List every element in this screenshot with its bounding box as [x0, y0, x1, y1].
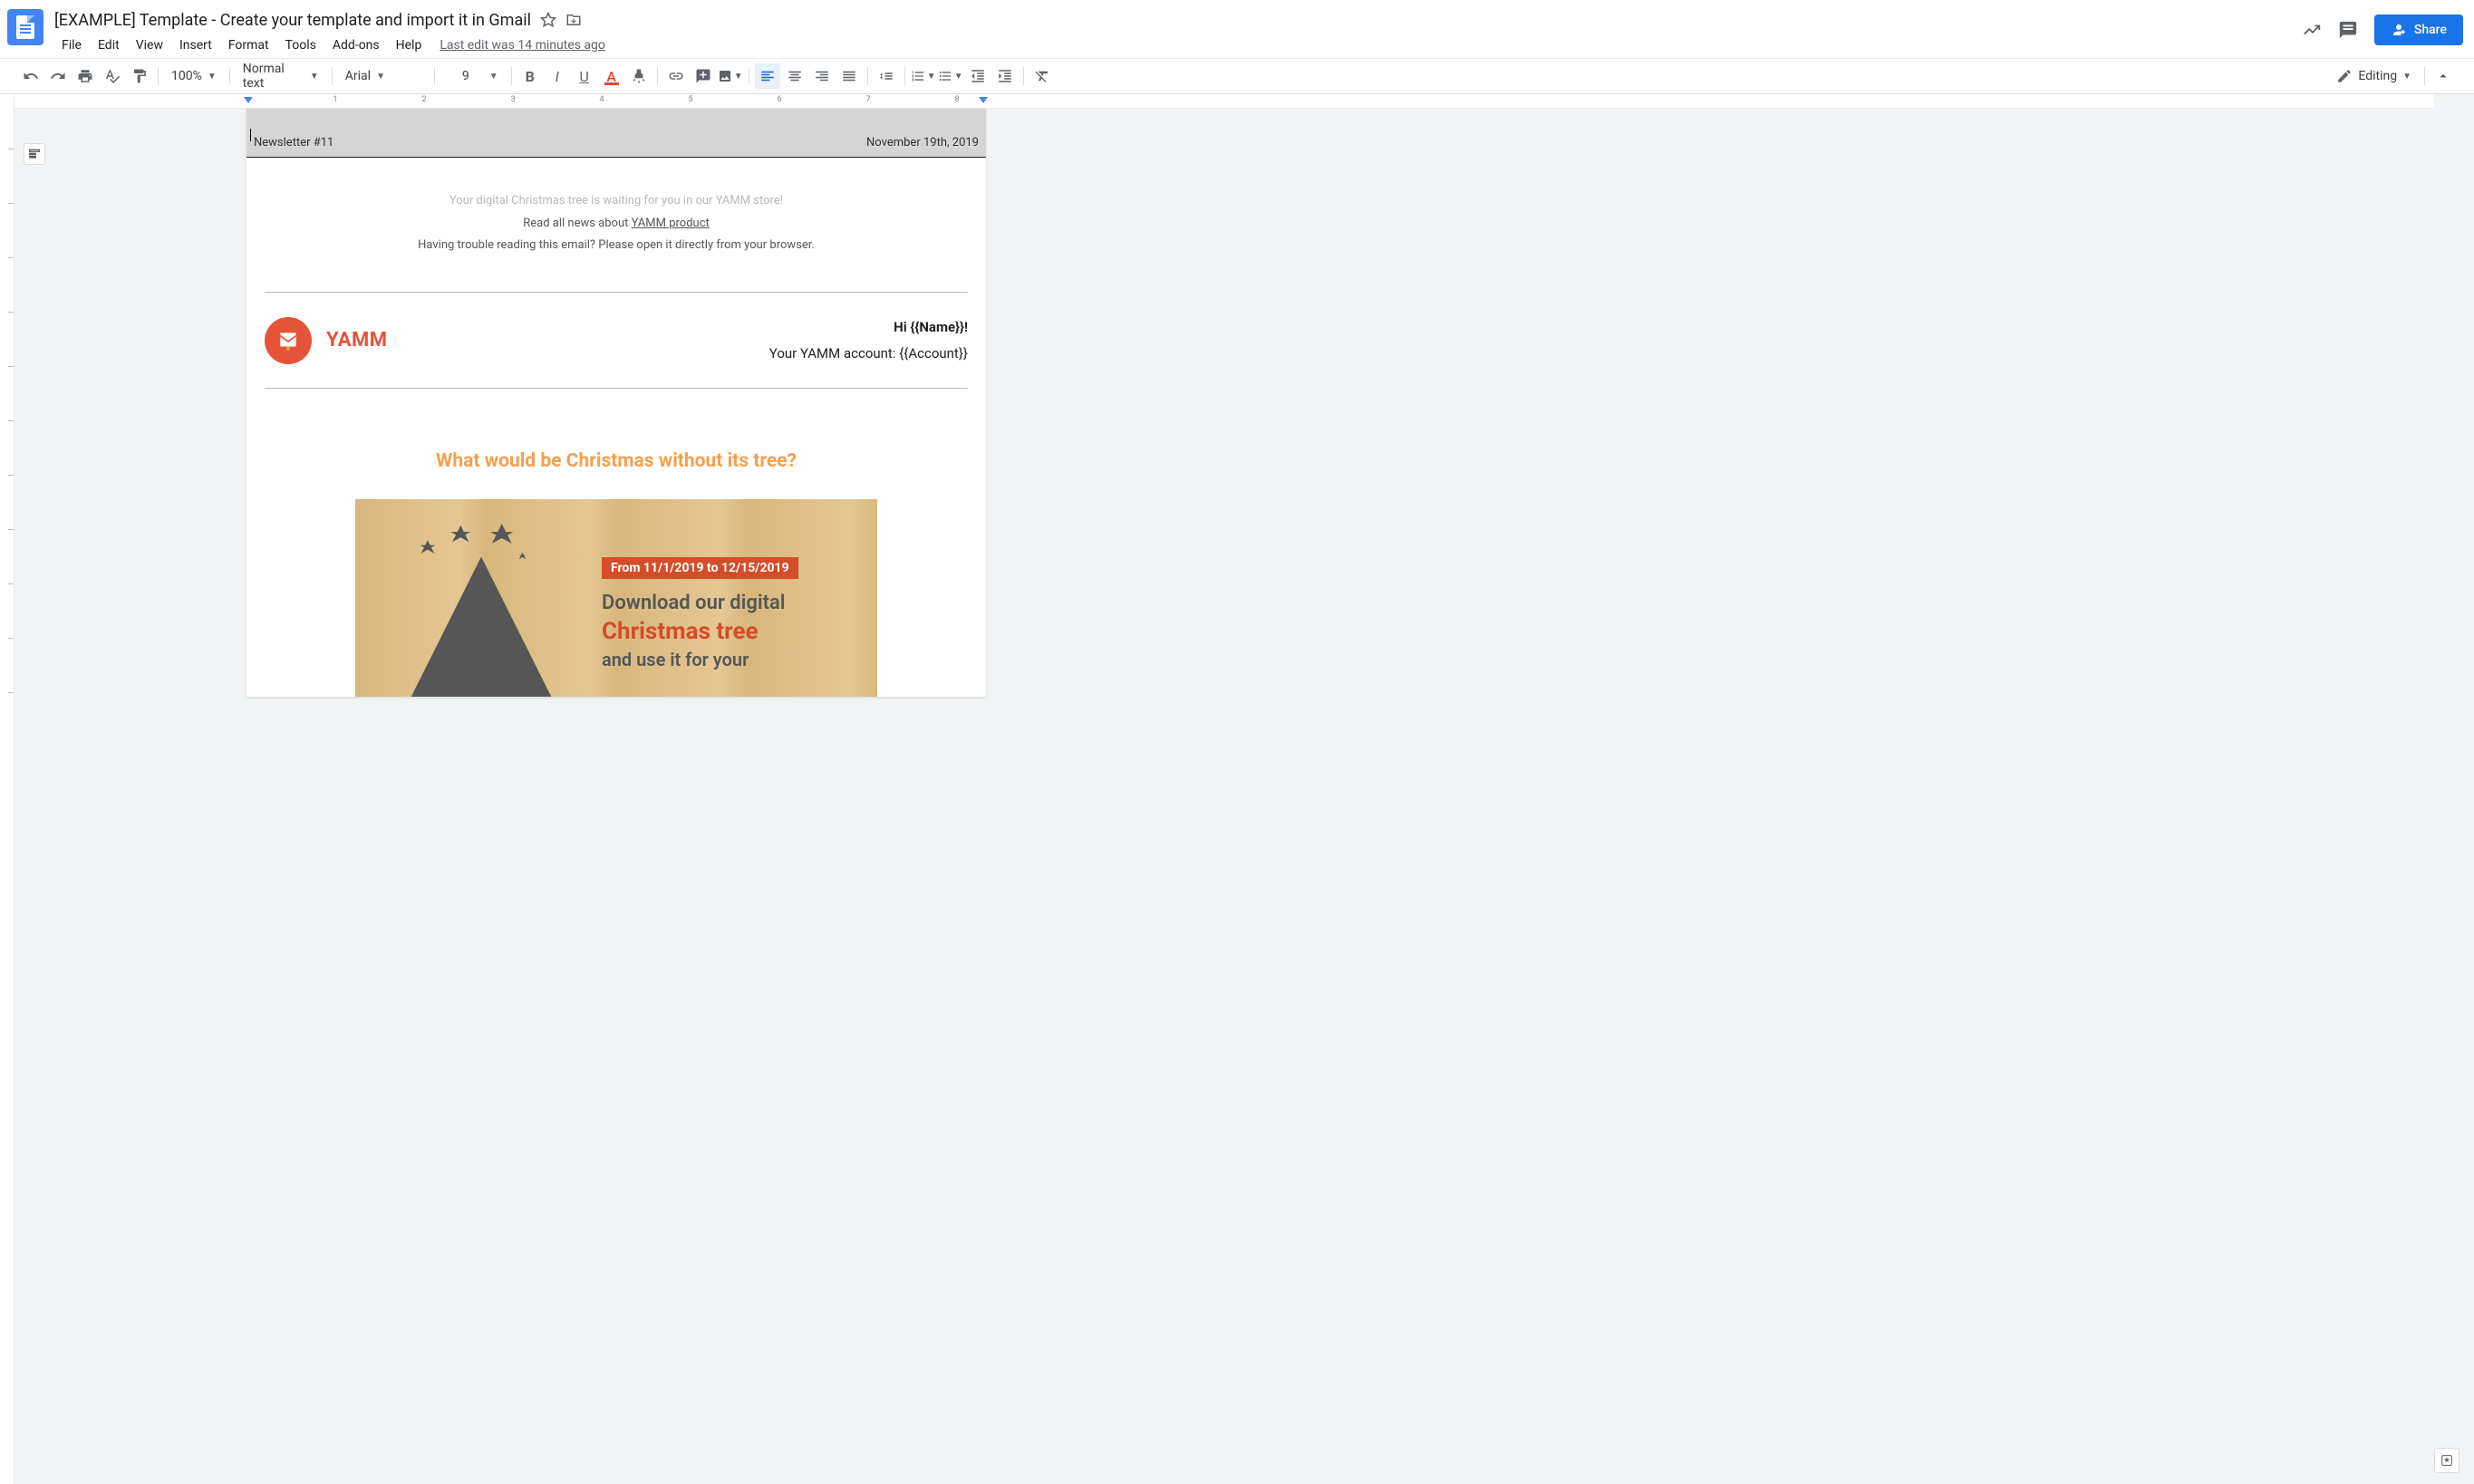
yamm-logo-icon: [265, 317, 312, 364]
underline-button[interactable]: U: [572, 63, 597, 89]
intro-line2: Read all news about YAMM product: [301, 213, 932, 236]
editing-mode-select[interactable]: Editing▼: [2329, 63, 2419, 89]
docs-logo[interactable]: [7, 9, 43, 45]
promo-card: From 11/1/2019 to 12/15/2019 Download ou…: [355, 499, 877, 697]
greeting-text: Hi {{Name}}!: [769, 314, 968, 341]
promo-date-badge: From 11/1/2019 to 12/15/2019: [602, 557, 798, 579]
horizontal-ruler[interactable]: 1 2 3 4 5 6 7 8: [14, 94, 2434, 109]
menu-bar: File Edit View Insert Format Tools Add-o…: [54, 34, 2302, 56]
intro-line1: Your digital Christmas tree is waiting f…: [301, 190, 932, 213]
menu-view[interactable]: View: [129, 34, 170, 56]
document-page[interactable]: Newsletter #11 November 19th, 2019 Your …: [246, 109, 986, 697]
outline-toggle-button[interactable]: [24, 143, 45, 165]
tree-graphic: [377, 516, 585, 697]
redo-button[interactable]: [45, 63, 71, 89]
style-select[interactable]: Normal text▼: [236, 63, 326, 89]
account-text: Your YAMM account: {{Account}}: [769, 341, 968, 367]
comments-icon[interactable]: [2338, 20, 2358, 40]
star-icon[interactable]: [540, 12, 556, 28]
header-banner: Newsletter #11 November 19th, 2019: [246, 109, 986, 157]
fontsize-select[interactable]: 9▼: [440, 63, 506, 89]
vertical-ruler[interactable]: [0, 94, 14, 1484]
bulleted-list-button[interactable]: ▼: [938, 63, 963, 89]
align-left-button[interactable]: [755, 63, 780, 89]
document-title[interactable]: [EXAMPLE] Template - Create your templat…: [54, 11, 531, 30]
text-color-button[interactable]: A: [599, 63, 624, 89]
share-label: Share: [2414, 23, 2447, 37]
brand-name: YAMM: [326, 329, 388, 352]
collapse-toolbar-button[interactable]: [2431, 63, 2456, 89]
image-button[interactable]: ▼: [718, 63, 743, 89]
align-center-button[interactable]: [782, 63, 807, 89]
clear-format-button[interactable]: [1029, 63, 1055, 89]
headline-text: What would be Christmas without its tree…: [246, 405, 986, 499]
comment-button[interactable]: [691, 63, 716, 89]
font-select[interactable]: Arial▼: [338, 63, 429, 89]
menu-file[interactable]: File: [54, 34, 89, 56]
newsletter-date: November 19th, 2019: [866, 136, 979, 149]
promo-line1: Download our digital: [602, 592, 855, 614]
menu-format[interactable]: Format: [221, 34, 276, 56]
app-header: [EXAMPLE] Template - Create your templat…: [0, 0, 2474, 58]
promo-line2: Christmas tree: [602, 618, 855, 645]
brand-row: YAMM Hi {{Name}}! Your YAMM account: {{A…: [246, 309, 986, 371]
explore-button[interactable]: [2434, 1448, 2460, 1473]
outdent-button[interactable]: [965, 63, 991, 89]
intro-line3: Having trouble reading this email? Pleas…: [301, 235, 932, 257]
promo-line3: and use it for your: [602, 649, 855, 670]
text-cursor: [250, 129, 251, 141]
menu-edit[interactable]: Edit: [91, 34, 127, 56]
indent-button[interactable]: [992, 63, 1018, 89]
link-button[interactable]: [663, 63, 689, 89]
undo-button[interactable]: [18, 63, 43, 89]
numbered-list-button[interactable]: ▼: [911, 63, 936, 89]
menu-addons[interactable]: Add-ons: [325, 34, 387, 56]
paint-format-button[interactable]: [127, 63, 152, 89]
bold-button[interactable]: B: [517, 63, 543, 89]
menu-insert[interactable]: Insert: [172, 34, 219, 56]
newsletter-number: Newsletter #11: [254, 136, 333, 149]
intro-block: Your digital Christmas tree is waiting f…: [246, 158, 986, 275]
highlight-button[interactable]: [626, 63, 652, 89]
align-justify-button[interactable]: [836, 63, 862, 89]
line-spacing-button[interactable]: [874, 63, 899, 89]
menu-tools[interactable]: Tools: [278, 34, 324, 56]
italic-button[interactable]: I: [545, 63, 570, 89]
align-right-button[interactable]: [809, 63, 835, 89]
print-button[interactable]: [72, 63, 98, 89]
toolbar: 100%▼ Normal text▼ Arial▼ 9▼ B I U A ▼ ▼…: [0, 58, 2474, 94]
yamm-product-link[interactable]: YAMM product: [632, 217, 710, 230]
divider: [265, 292, 968, 293]
menu-help[interactable]: Help: [389, 34, 430, 56]
spellcheck-button[interactable]: [100, 63, 125, 89]
divider: [265, 388, 968, 389]
canvas: 1 2 3 4 5 6 7 8 Newsletter #11 November …: [0, 94, 2474, 1484]
activity-icon[interactable]: [2302, 20, 2322, 40]
share-button[interactable]: Share: [2374, 14, 2463, 45]
zoom-select[interactable]: 100%▼: [164, 63, 224, 89]
move-icon[interactable]: [565, 12, 582, 28]
last-edit-link[interactable]: Last edit was 14 minutes ago: [440, 34, 605, 56]
